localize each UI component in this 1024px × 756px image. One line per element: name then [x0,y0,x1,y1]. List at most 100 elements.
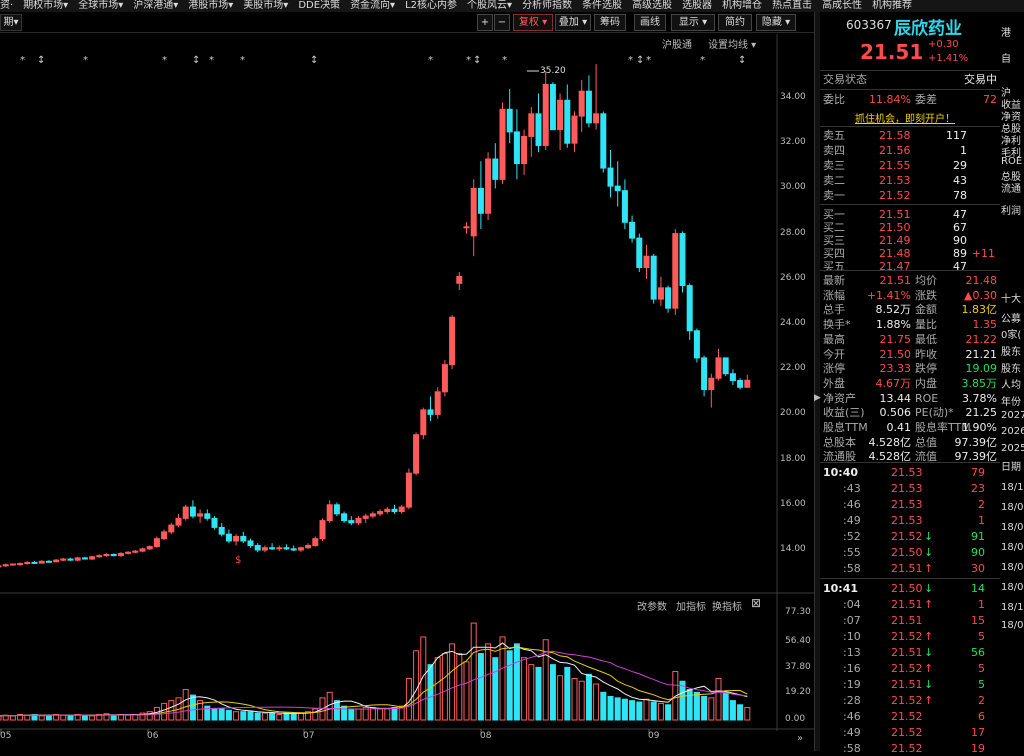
volume-tick: 77.30 [785,607,811,617]
candle [521,129,528,175]
price-tick: 14.00 [780,544,806,554]
candle [2,563,9,567]
side-item[interactable]: 18/1 [1001,602,1023,613]
menu-item-17[interactable]: 机构推荐 [872,0,912,12]
weibi-row: 委比 11.84% 委差 72 [823,93,997,106]
price-tick: 24.00 [780,318,806,328]
side-item[interactable]: 18/0 [1001,620,1023,631]
event-marker: ↕ [473,55,481,66]
price-tick: 20.00 [780,408,806,419]
ask-row[interactable]: 卖三 21.55 29 [823,158,997,173]
side-item[interactable]: ROE [1001,156,1022,167]
bid-row[interactable]: 买五 21.47 47 [823,259,997,274]
side-item[interactable]: 自 [1001,50,1011,65]
side-item[interactable]: 流通 [1001,180,1021,195]
candle [24,561,31,565]
candle [305,543,312,549]
candle [600,111,607,173]
stock-code: 603367 [846,18,892,32]
candle [312,536,319,547]
volume-bar [269,712,276,721]
side-item[interactable]: 股东 [1001,360,1021,375]
side-item[interactable]: 公募 [1001,310,1021,325]
price-tick: 22.00 [780,363,806,374]
ask-row[interactable]: 卖一 21.52 78 [823,188,997,203]
side-item[interactable]: 18/0 [1001,562,1023,573]
side-item[interactable]: 0家( [1001,326,1021,341]
close-indicator-icon[interactable]: ⊠ [751,596,761,610]
price-tick: 28.00 [780,227,806,238]
kline-chart[interactable]: * ↕ * * ↕ * * ↕ * * ↕ * * ↕ * * ↕ 35.20 $ [0,0,815,751]
tick-row: :43 21.53 23 [843,482,985,495]
candle [413,432,420,476]
volume-bar [600,691,607,721]
side-item[interactable]: 股东 [1001,343,1021,358]
candle [333,502,340,517]
candle [449,314,456,370]
volume-bar [571,677,578,721]
side-item[interactable]: 利润 [1001,202,1021,217]
volume-bar [564,666,571,721]
volume-bar [679,680,686,721]
open-account-banner[interactable]: 抓住机会，即刻开户！ [855,110,955,125]
change-params-button[interactable]: 改参数 [637,598,667,613]
scroll-right-icon[interactable]: » [797,733,803,744]
volume-ma-20 [0,650,748,717]
stat-row: 股息TTM 0.41 股息率TTM 1.90% [823,421,997,434]
menu-item-16[interactable]: 高成长性 [822,0,862,12]
volume-bar [0,715,2,721]
ask-row[interactable]: 卖四 21.56 1 [823,143,997,158]
candle [132,550,139,554]
side-item[interactable]: 年份 [1001,393,1021,408]
tick-row: :49 21.53 1 [843,514,985,527]
volume-ma-10 [0,646,748,717]
side-item[interactable]: 日期 [1001,458,1021,473]
candle [204,509,211,521]
side-item[interactable]: 港 [1001,24,1011,39]
side-item[interactable]: 18/0 [1001,542,1023,553]
volume-bar [38,715,45,721]
side-item[interactable]: 人均 [1001,376,1021,391]
side-item[interactable]: 18/0 [1001,522,1023,533]
volume-bar [593,683,600,721]
candle [528,107,535,157]
stat-row: 收益(三) 0.506 PE(动)* 21.25 [823,406,997,420]
side-item[interactable]: 18/0 [1001,582,1023,593]
volume-bar [535,666,542,721]
candle [168,522,175,535]
stat-row: 净资产 13.44 ROE 3.78% [823,391,997,405]
event-marker: ↕ [310,55,318,66]
candle [211,516,218,530]
volume-bar [182,689,189,721]
candle [477,161,484,230]
event-marker: ↕ [636,55,644,66]
volume-bar [614,697,621,721]
volume-bar [290,712,297,721]
volume-bar [629,700,636,721]
side-item[interactable]: 18/0 [1001,502,1023,513]
side-item[interactable]: 2025 [1001,443,1024,454]
pct-change: +1.41% [928,53,969,64]
event-marker: * [162,55,167,66]
side-item[interactable]: 2027 [1001,410,1024,421]
add-indicator-button[interactable]: 加指标 [676,598,706,613]
side-item[interactable]: 十大 [1001,290,1021,305]
candle [693,328,700,363]
volume-bar [189,694,196,721]
price-tick: 30.00 [780,182,806,193]
ask-row[interactable]: 卖五 21.58 117 [823,128,997,143]
volume-bar [744,707,751,721]
volume-bar [24,714,31,721]
ask-row[interactable]: 卖二 21.53 43 [823,173,997,188]
swap-indicator-button[interactable]: 换指标 [712,598,742,613]
side-item[interactable]: 2026 [1001,426,1024,437]
stat-row: 总手 8.52万 金额 1.83亿 [823,303,997,317]
volume-bar [110,714,117,721]
side-item[interactable]: 18/1 [1001,482,1023,493]
stat-row: 涨幅 +1.41% 涨跌 ▲0.30 [823,288,997,302]
tick-row: :28 21.52 ↑ 2 [843,694,985,707]
volume-bar [297,712,304,721]
volume-bar [81,714,88,721]
last-price: 21.51 [860,40,924,64]
candle [621,179,628,230]
